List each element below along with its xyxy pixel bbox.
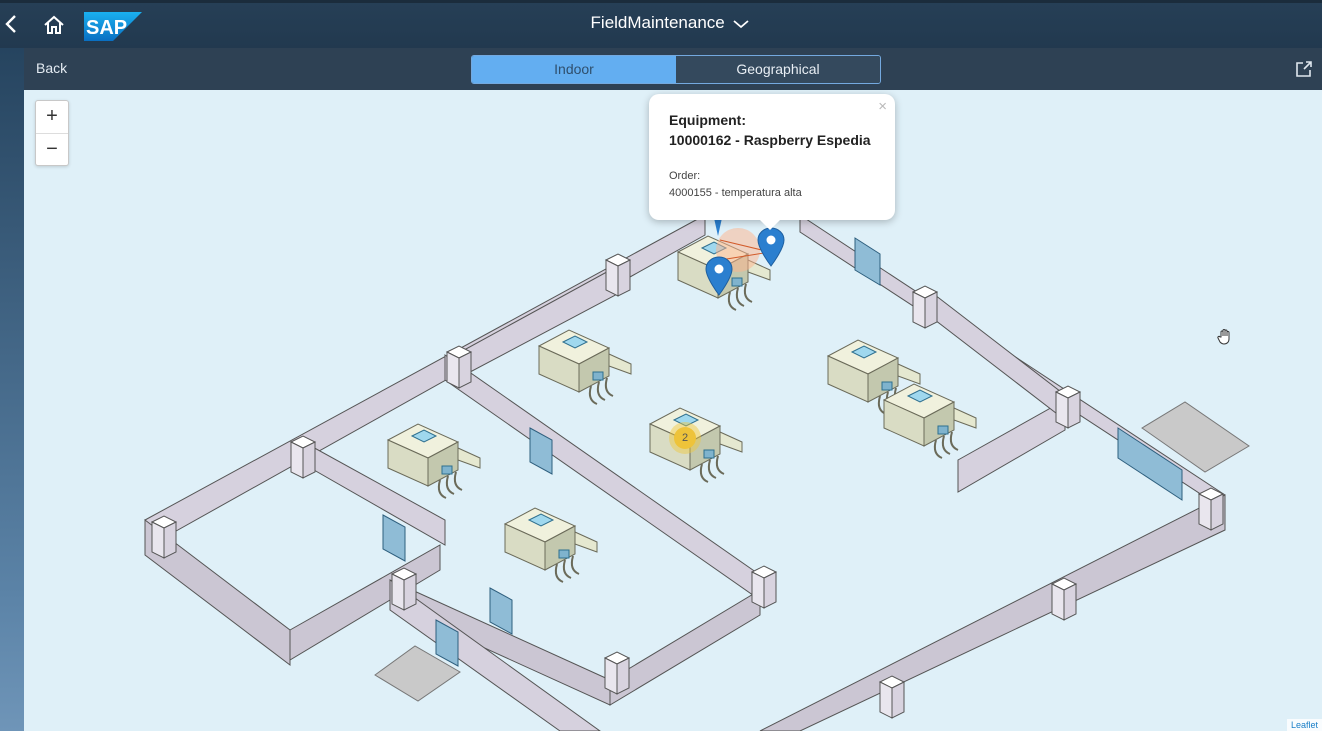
popup-tip — [759, 219, 781, 230]
zoom-out-button[interactable]: − — [36, 134, 68, 166]
export-icon[interactable] — [1294, 59, 1314, 79]
segment-geographical[interactable]: Geographical — [676, 56, 880, 83]
sap-logo-text: SAP — [86, 17, 127, 39]
equipment-popup: × Equipment: 10000162 - Raspberry Espedi… — [649, 94, 895, 230]
segment-indoor[interactable]: Indoor — [472, 56, 676, 83]
map-attribution-link[interactable]: Leaflet — [1286, 719, 1322, 731]
view-toggle: Indoor Geographical — [471, 55, 881, 84]
close-icon[interactable]: × — [878, 98, 887, 115]
home-icon[interactable] — [42, 13, 66, 37]
left-gradient-edge — [0, 48, 24, 731]
marker-pin-2[interactable] — [757, 227, 785, 267]
shell-bar: SAP FieldMaintenance — [0, 0, 1322, 48]
app-title: FieldMaintenance — [590, 13, 725, 32]
zoom-in-button[interactable]: + — [36, 101, 68, 134]
cluster-count: 2 — [674, 427, 696, 449]
chevron-down-icon — [733, 19, 750, 28]
back-button[interactable]: Back — [36, 60, 67, 76]
sub-header: Back Indoor Geographical — [24, 48, 1322, 90]
zoom-control: + − — [35, 100, 69, 166]
sap-logo: SAP — [84, 12, 142, 41]
hand-cursor-icon — [1217, 329, 1230, 345]
marker-cluster[interactable]: 2 — [669, 422, 701, 454]
indoor-map[interactable]: + − × Equipment: 10000162 - Raspberry Es… — [24, 90, 1322, 731]
popup-order-value: 4000155 - temperatura alta — [669, 187, 802, 199]
back-chevron-icon[interactable] — [2, 12, 22, 36]
app-title-menu[interactable]: FieldMaintenance — [540, 13, 800, 33]
popup-equipment-label: Equipment: — [669, 112, 746, 128]
popup-equipment-value: 10000162 - Raspberry Espedia — [669, 132, 871, 148]
popup-order-label: Order: — [669, 170, 701, 182]
